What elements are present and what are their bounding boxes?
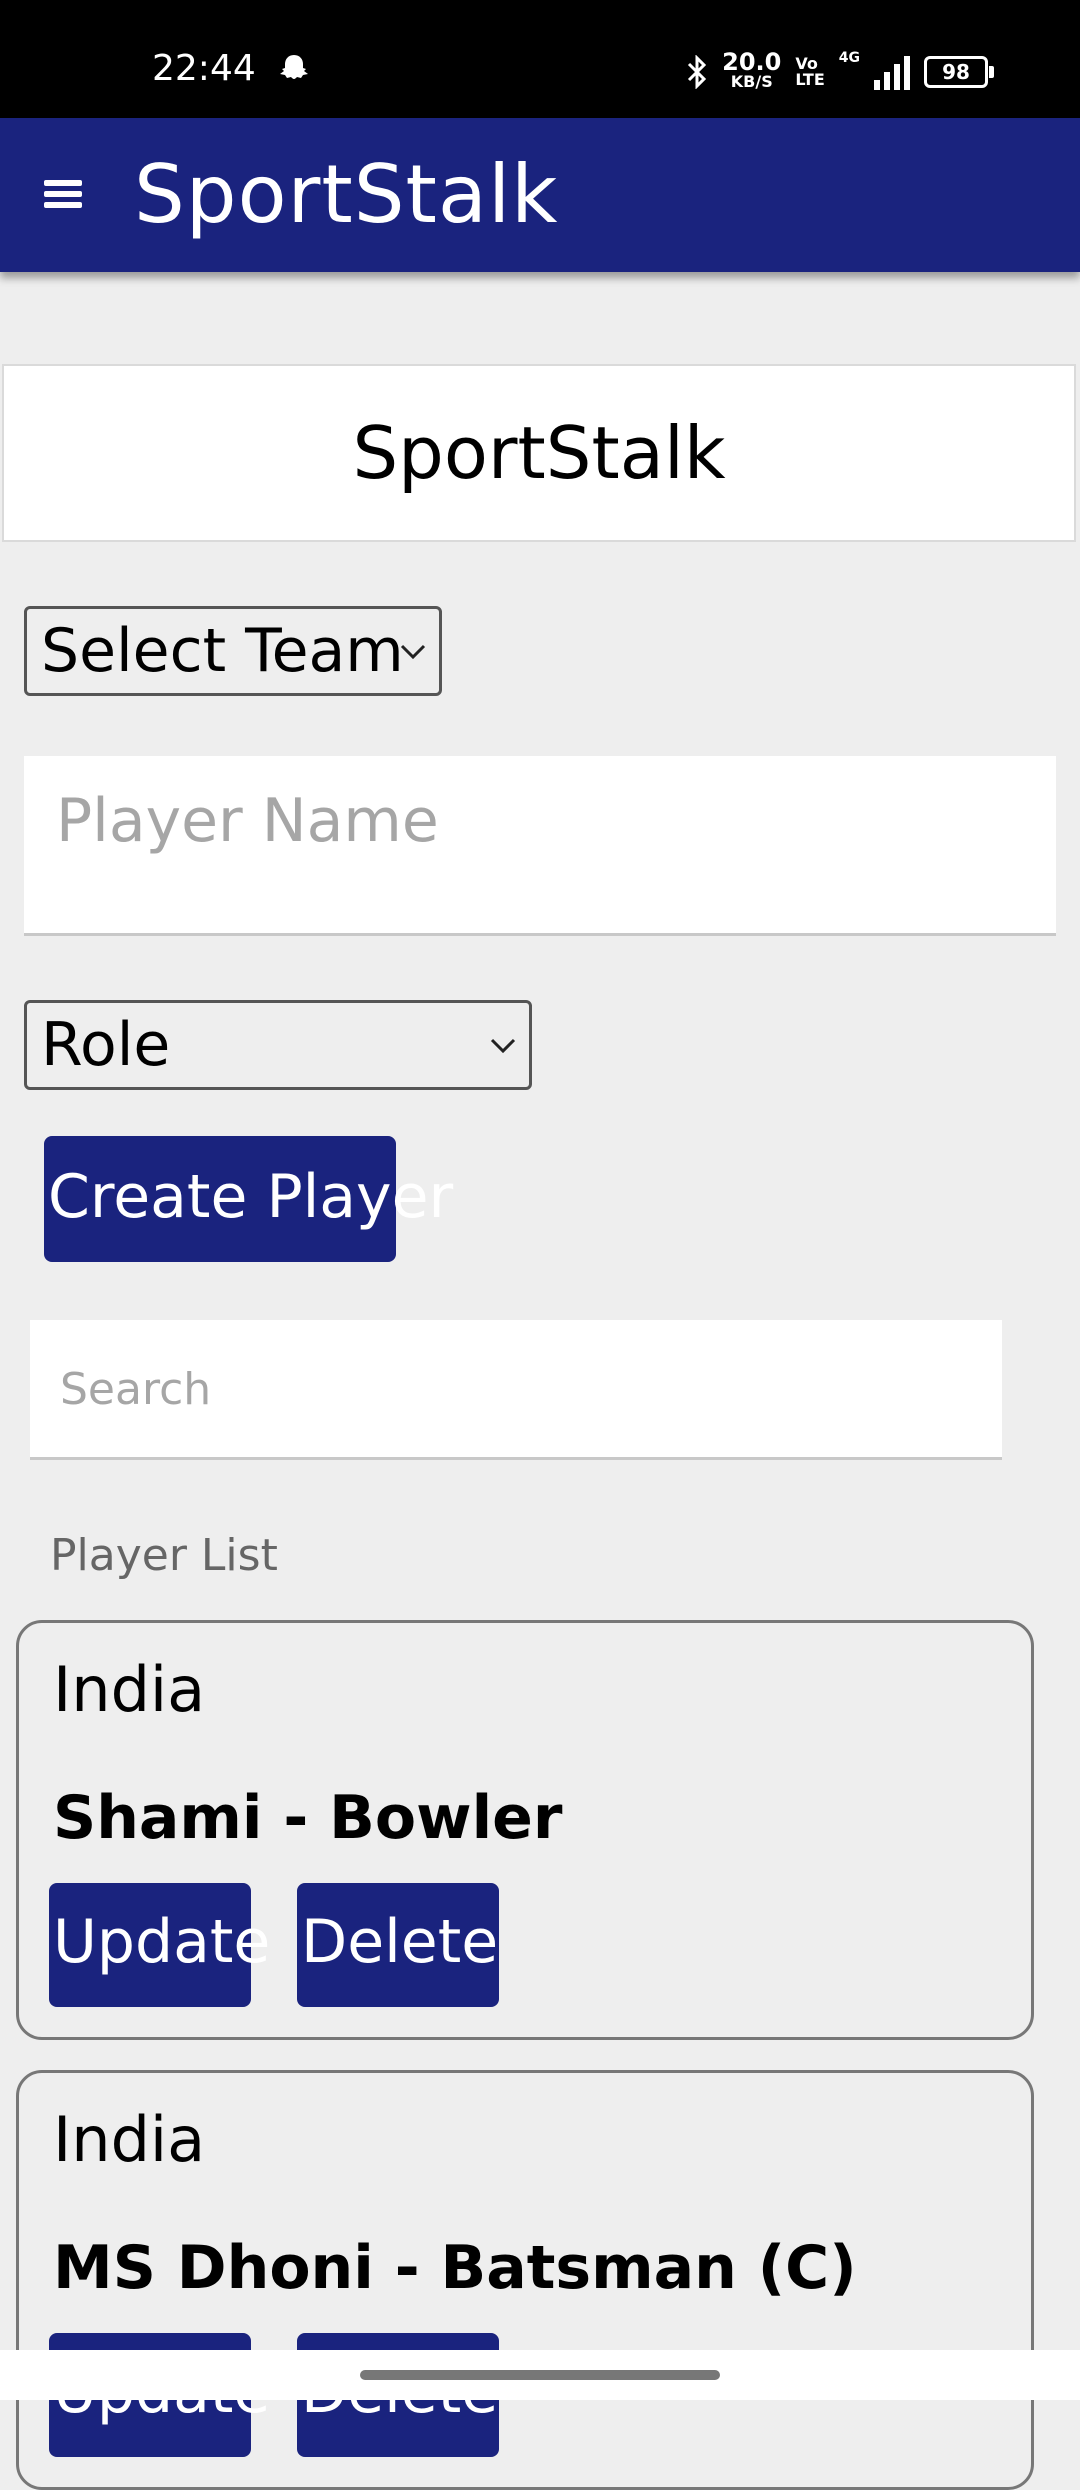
create-player-button[interactable]: Create Player (44, 1136, 453, 1262)
app-title: SportStalk (134, 148, 559, 241)
status-bar: 22:44 20.0 KB/S Vo LTE 4G 98 (0, 0, 1080, 118)
player-team: India (53, 1653, 206, 1726)
search-input[interactable]: Search (30, 1320, 1002, 1460)
home-indicator[interactable] (360, 2370, 720, 2380)
player-name: MS Dhoni - Batsman (C) (53, 2233, 857, 2303)
net-speed-value: 20.0 (722, 48, 782, 76)
player-name-placeholder: Player Name (56, 786, 439, 856)
player-team: India (53, 2103, 206, 2176)
team-select-value: Select Team (41, 616, 404, 686)
hamburger-menu-icon[interactable] (40, 174, 90, 214)
player-name-field[interactable]: Player Name (24, 756, 1056, 936)
snapchat-icon (276, 52, 312, 88)
role-select-value: Role (41, 1010, 171, 1080)
chevron-down-icon (490, 1038, 516, 1054)
create-player-label: Create Player (48, 1162, 454, 1232)
signal-icon (874, 54, 910, 90)
status-icons: 20.0 KB/S Vo LTE 4G 98 (686, 48, 994, 96)
net-speed-unit: KB/S (730, 72, 773, 91)
delete-button[interactable]: Delete (297, 1883, 499, 2007)
chevron-down-icon (400, 644, 426, 660)
delete-label: Delete (301, 1907, 499, 1977)
app-bar: SportStalk (0, 118, 1080, 272)
status-time: 22:44 (152, 48, 256, 89)
volte-indicator: Vo LTE (795, 56, 824, 88)
role-select[interactable]: Role (24, 1000, 532, 1090)
net-speed: 20.0 KB/S (722, 48, 782, 92)
header-card: SportStalk (2, 364, 1076, 542)
network-type: 4G (838, 50, 860, 66)
bluetooth-icon (686, 55, 708, 89)
player-card: India MS Dhoni - Batsman (C) Update Dele… (16, 2070, 1034, 2490)
battery-level: 98 (942, 60, 970, 84)
team-select[interactable]: Select Team (24, 606, 442, 696)
player-name: Shami - Bowler (53, 1783, 563, 1853)
player-card: India Shami - Bowler Update Delete (16, 1620, 1034, 2040)
header-card-title: SportStalk (352, 411, 726, 495)
player-list-label: Player List (50, 1530, 278, 1581)
volte-bottom: LTE (795, 70, 825, 89)
update-button[interactable]: Update (49, 1883, 270, 2007)
battery-icon: 98 (924, 56, 994, 88)
update-label: Update (53, 1907, 271, 1977)
navigation-bar (0, 2350, 1080, 2400)
search-placeholder: Search (60, 1364, 212, 1415)
